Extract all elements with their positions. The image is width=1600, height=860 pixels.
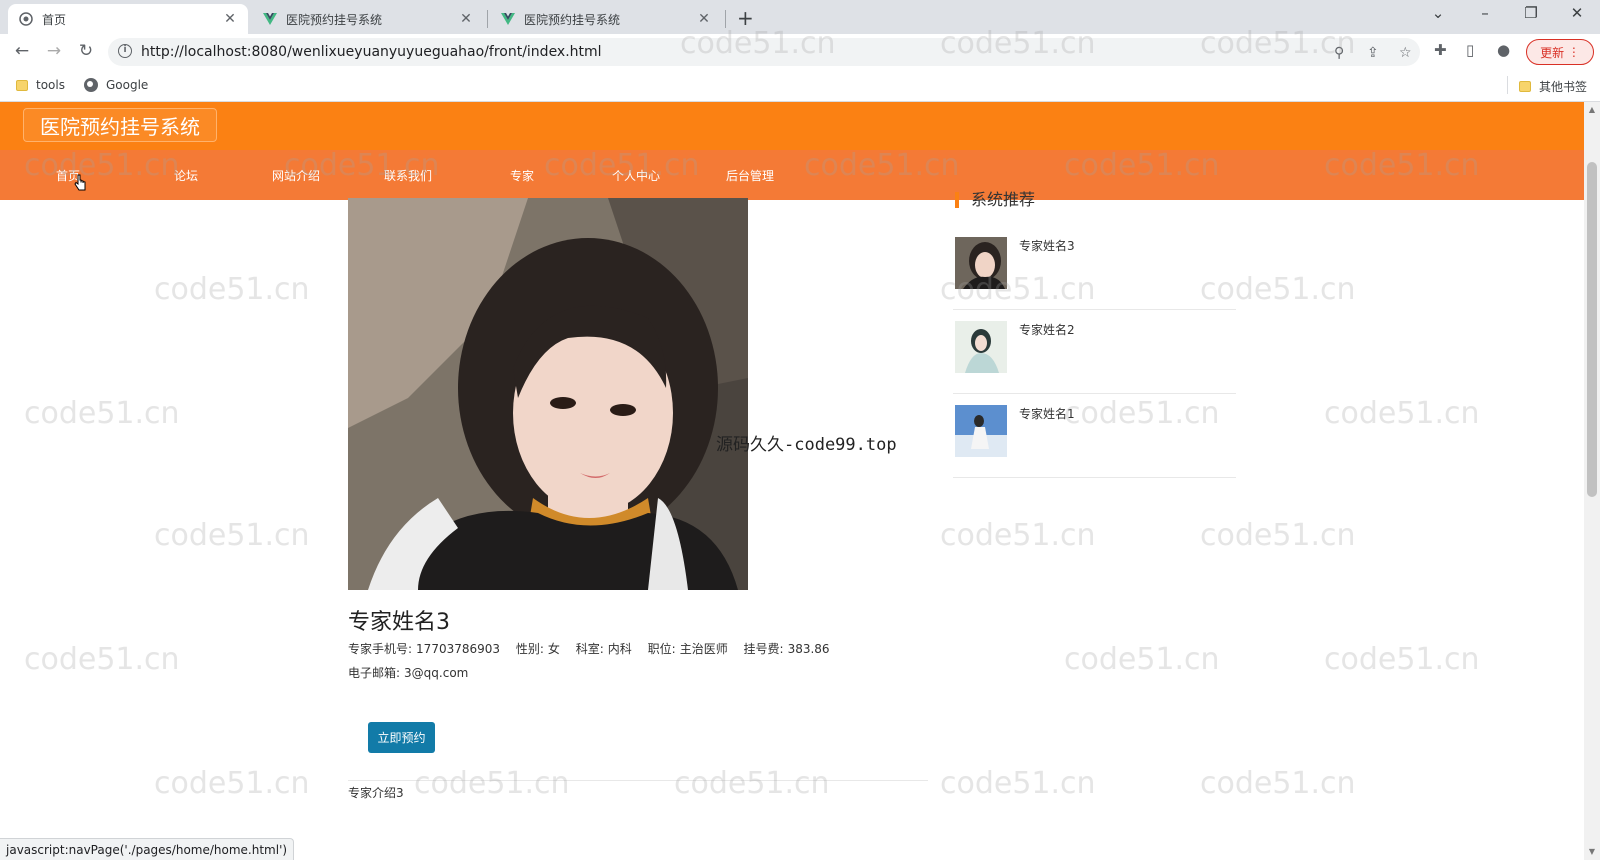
page-viewport: 医院预约挂号系统 首页 论坛 网站介绍 联系我们 专家 个人中心 后台管理 专家… bbox=[0, 102, 1584, 860]
address-bar[interactable]: i http://localhost:8080/wenlixueyuanyuyu… bbox=[108, 38, 1420, 66]
folder-icon bbox=[1519, 81, 1531, 92]
bookmark-star-icon[interactable]: ☆ bbox=[1399, 45, 1412, 61]
bookmark-label: Google bbox=[106, 78, 149, 92]
nav-admin[interactable]: 后台管理 bbox=[726, 167, 774, 184]
recommend-item[interactable]: 专家姓名1 bbox=[953, 394, 1236, 478]
hand-cursor-icon bbox=[74, 174, 86, 191]
expert-email-line: 电子邮箱: 3@qq.com bbox=[348, 664, 472, 681]
email-value: 3@qq.com bbox=[404, 666, 469, 680]
close-window-icon[interactable]: ✕ bbox=[1565, 4, 1589, 22]
tab-title: 首页 bbox=[42, 12, 67, 27]
recommend-item[interactable]: 专家姓名3 bbox=[953, 226, 1236, 310]
forward-icon[interactable]: → bbox=[43, 41, 65, 61]
tab-title: 医院预约挂号系统 bbox=[524, 12, 621, 27]
minimize-icon[interactable]: – bbox=[1473, 4, 1497, 22]
nav-experts[interactable]: 专家 bbox=[510, 167, 534, 184]
position-value: 主治医师 bbox=[679, 642, 728, 656]
nav-contact[interactable]: 联系我们 bbox=[384, 167, 432, 184]
share-icon[interactable]: ⇪ bbox=[1367, 45, 1379, 61]
phone-label: 专家手机号: bbox=[348, 642, 413, 656]
side-panel-icon[interactable]: ▯ bbox=[1466, 41, 1474, 59]
profile-icon[interactable]: ● bbox=[1497, 41, 1510, 59]
email-label: 电子邮箱: bbox=[348, 666, 401, 680]
tab-home[interactable]: 首页 ✕ bbox=[8, 4, 248, 34]
url-text[interactable]: http://localhost:8080/wenlixueyuanyuyueg… bbox=[141, 44, 602, 60]
other-bookmarks[interactable]: 其他书签 bbox=[1519, 78, 1587, 95]
position-label: 职位: bbox=[647, 642, 676, 656]
status-bar: javascript:navPage('./pages/home/home.ht… bbox=[0, 838, 295, 860]
recommend-name[interactable]: 专家姓名2 bbox=[1019, 321, 1075, 338]
dept-value: 内科 bbox=[607, 642, 632, 656]
recommend-name[interactable]: 专家姓名3 bbox=[1019, 237, 1075, 254]
back-icon[interactable]: ← bbox=[11, 41, 33, 61]
phone-value: 17703786903 bbox=[416, 642, 501, 656]
nav-forum[interactable]: 论坛 bbox=[174, 167, 198, 184]
restore-icon[interactable]: ❐ bbox=[1519, 4, 1543, 22]
recommend-title: 系统推荐 bbox=[955, 192, 1035, 208]
reload-icon[interactable]: ↻ bbox=[75, 41, 97, 61]
close-tab-icon[interactable]: ✕ bbox=[696, 11, 712, 27]
tab-search-icon[interactable]: ⌄ bbox=[1426, 4, 1450, 22]
scroll-up-icon[interactable]: ▲ bbox=[1584, 102, 1600, 118]
fee-label: 挂号费: bbox=[743, 642, 784, 656]
browser-tab-bar: 首页 ✕ 医院预约挂号系统 ✕ 医院预约挂号系统 ✕ + ⌄ – ❐ ✕ bbox=[0, 0, 1600, 34]
gender-label: 性别: bbox=[515, 642, 544, 656]
dept-label: 科室: bbox=[575, 642, 604, 656]
bookmark-divider bbox=[1507, 76, 1508, 94]
overlay-watermark-text: 源码久久-code99.top bbox=[716, 435, 897, 455]
expert-photo bbox=[348, 198, 748, 590]
bookmark-label: tools bbox=[36, 78, 65, 92]
recommend-item[interactable]: 专家姓名2 bbox=[953, 310, 1236, 394]
zoom-icon[interactable]: ⚲ bbox=[1334, 45, 1344, 61]
tab-separator bbox=[725, 10, 726, 28]
site-header: 医院预约挂号系统 bbox=[0, 102, 1584, 150]
page-scrollbar[interactable]: ▲ ▼ bbox=[1584, 102, 1600, 860]
nav-user-center[interactable]: 个人中心 bbox=[612, 167, 660, 184]
scroll-down-icon[interactable]: ▼ bbox=[1584, 844, 1600, 860]
bookmark-google[interactable]: Google bbox=[84, 78, 148, 92]
globe-icon bbox=[18, 11, 34, 27]
tab-hospital-1[interactable]: 医院预约挂号系统 ✕ bbox=[252, 4, 484, 34]
expert-intro: 专家介绍3 bbox=[348, 786, 404, 800]
recommend-thumbnail[interactable] bbox=[955, 405, 1007, 457]
globe-icon bbox=[84, 78, 98, 92]
site-logo[interactable]: 医院预约挂号系统 bbox=[23, 108, 217, 142]
fee-value: 383.86 bbox=[787, 642, 830, 656]
main-nav: 首页 论坛 网站介绍 联系我们 专家 个人中心 后台管理 bbox=[0, 150, 1584, 200]
expert-info-line: 专家手机号: 17703786903 性别: 女 科室: 内科 职位: 主治医师 挂号费… bbox=[348, 640, 834, 657]
vue-logo-icon bbox=[262, 11, 278, 27]
scroll-thumb[interactable] bbox=[1587, 162, 1597, 497]
book-now-button[interactable]: 立即预约 bbox=[368, 722, 435, 753]
recommend-thumbnail[interactable] bbox=[955, 321, 1007, 373]
tab-hospital-2[interactable]: 医院预约挂号系统 ✕ bbox=[490, 4, 722, 34]
site-info-icon[interactable]: i bbox=[118, 44, 132, 58]
expert-name: 专家姓名3 bbox=[348, 610, 450, 635]
address-toolbar: ← → ↻ i http://localhost:8080/wenlixueyu… bbox=[0, 34, 1600, 70]
tab-separator bbox=[487, 10, 488, 28]
bookmarks-bar: tools Google 其他书签 bbox=[0, 70, 1600, 102]
new-tab-button[interactable]: + bbox=[737, 6, 754, 30]
close-tab-icon[interactable]: ✕ bbox=[458, 11, 474, 27]
other-bookmarks-label: 其他书签 bbox=[1539, 80, 1588, 94]
tab-title: 医院预约挂号系统 bbox=[286, 12, 383, 27]
update-button[interactable]: 更新 ⋮ bbox=[1526, 39, 1594, 65]
extensions-icon[interactable]: ✚ bbox=[1434, 41, 1447, 59]
update-label: 更新 bbox=[1540, 45, 1565, 60]
recommend-name[interactable]: 专家姓名1 bbox=[1019, 405, 1075, 422]
recommend-thumbnail[interactable] bbox=[955, 237, 1007, 289]
section-divider bbox=[348, 780, 928, 781]
gender-value: 女 bbox=[547, 642, 560, 656]
close-tab-icon[interactable]: ✕ bbox=[222, 11, 238, 27]
vue-logo-icon bbox=[500, 11, 516, 27]
folder-icon bbox=[16, 79, 28, 91]
nav-about[interactable]: 网站介绍 bbox=[272, 167, 320, 184]
bookmark-tools[interactable]: tools bbox=[16, 78, 65, 92]
